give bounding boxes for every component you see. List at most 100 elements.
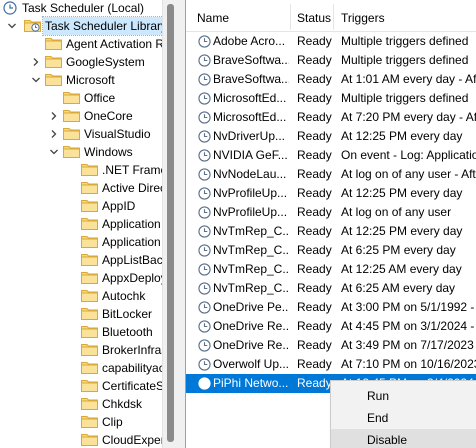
tree-node[interactable]: BrokerInfras bbox=[0, 341, 162, 359]
task-status: Ready bbox=[297, 129, 332, 143]
chevron-down-icon[interactable] bbox=[6, 17, 18, 35]
chevron-right-icon[interactable] bbox=[48, 125, 60, 143]
folder-icon bbox=[81, 163, 98, 176]
tree-node[interactable]: OneCore bbox=[0, 107, 162, 125]
tree-node[interactable]: CloudExper bbox=[0, 431, 162, 448]
task-clock-icon bbox=[198, 263, 211, 276]
task-name: Overwolf Up... bbox=[213, 357, 289, 371]
chevron-right-icon[interactable] bbox=[48, 107, 60, 125]
task-row[interactable]: Overwolf Up... Ready At 7:10 PM on 10/16/2… bbox=[186, 355, 476, 374]
tree-node[interactable]: Agent Activation R bbox=[0, 35, 162, 53]
tree-scroll-thumb[interactable] bbox=[167, 4, 174, 442]
context-menu-item[interactable]: Disable bbox=[331, 429, 476, 448]
chevron-down-icon[interactable] bbox=[30, 71, 42, 89]
navigation-tree: Task Scheduler (Local) Task Scheduler Lib… bbox=[0, 0, 162, 448]
tree-node-label: AppID bbox=[102, 199, 136, 213]
folder-icon bbox=[81, 199, 98, 212]
task-clock-icon bbox=[198, 92, 211, 105]
task-clock-icon bbox=[198, 73, 211, 86]
column-header-status[interactable]: Status bbox=[291, 0, 331, 32]
folder-icon bbox=[63, 127, 80, 140]
tree-node-label: Windows bbox=[84, 145, 133, 159]
folder-icon bbox=[81, 307, 98, 320]
tree-node[interactable]: Bluetooth bbox=[0, 323, 162, 341]
task-trigger: At 3:49 PM on 7/17/2023 bbox=[341, 338, 474, 352]
folder-icon bbox=[81, 433, 98, 446]
tree-node[interactable]: .NET Frame bbox=[0, 161, 162, 179]
task-row[interactable]: BraveSoftwa... Ready At 1:01 AM every day … bbox=[186, 70, 476, 89]
tree-node[interactable]: Windows bbox=[0, 143, 162, 161]
task-row[interactable]: MicrosoftEd... Ready Multiple triggers def… bbox=[186, 89, 476, 108]
task-row[interactable]: NVIDIA GeF... Ready On event - Log: Applic… bbox=[186, 146, 476, 165]
task-clock-icon bbox=[198, 301, 211, 314]
tree-node[interactable]: Application bbox=[0, 215, 162, 233]
task-row[interactable]: NvProfileUp... Ready At log on of any user bbox=[186, 203, 476, 222]
tree-node[interactable]: capabilityac bbox=[0, 359, 162, 377]
task-status: Ready bbox=[297, 91, 332, 105]
task-trigger: Multiple triggers defined bbox=[341, 91, 469, 105]
task-row[interactable]: Adobe Acro... Ready Multiple triggers defi… bbox=[186, 32, 476, 51]
task-row[interactable]: OneDrive Pe... Ready At 3:00 PM on 5/1/199… bbox=[186, 298, 476, 317]
task-row[interactable]: OneDrive Re... Ready At 3:49 PM on 7/17/20… bbox=[186, 336, 476, 355]
tree-node[interactable]: Chkdsk bbox=[0, 395, 162, 413]
task-row[interactable]: MicrosoftEd... Ready At 7:20 PM every day … bbox=[186, 108, 476, 127]
tree-node[interactable]: AppID bbox=[0, 197, 162, 215]
tree-node[interactable]: Active Direc bbox=[0, 179, 162, 197]
task-clock-icon bbox=[198, 282, 211, 295]
tree-node-label: VisualStudio bbox=[84, 127, 151, 141]
pane-splitter[interactable] bbox=[177, 0, 186, 448]
task-row[interactable]: NvTmRep_C... Ready At 12:25 PM every day bbox=[186, 222, 476, 241]
folder-icon bbox=[81, 397, 98, 410]
tree-node-label: CloudExper bbox=[102, 433, 162, 447]
column-divider[interactable] bbox=[333, 4, 334, 30]
task-name: OneDrive Pe... bbox=[213, 300, 289, 314]
chevron-right-icon[interactable] bbox=[30, 53, 42, 71]
task-status: Ready bbox=[297, 281, 332, 295]
task-name: NvProfileUp... bbox=[213, 186, 288, 200]
tree-node[interactable]: Office bbox=[0, 89, 162, 107]
task-row[interactable]: BraveSoftwa... Ready Multiple triggers def… bbox=[186, 51, 476, 70]
task-clock-icon bbox=[198, 35, 211, 48]
tree-node[interactable]: Task Scheduler (Local) bbox=[0, 0, 162, 17]
task-trigger: At 7:10 PM on 10/16/2023 bbox=[341, 357, 476, 371]
tree-node[interactable]: AppxDeploy bbox=[0, 269, 162, 287]
tree-node[interactable]: Autochk bbox=[0, 287, 162, 305]
task-clock-icon bbox=[198, 168, 211, 181]
task-row[interactable]: NvTmRep_C... Ready At 6:25 PM every day bbox=[186, 241, 476, 260]
task-row[interactable]: OneDrive Re... Ready At 4:45 PM on 3/1/202… bbox=[186, 317, 476, 336]
tree-node[interactable]: CertificateS bbox=[0, 377, 162, 395]
column-header-triggers[interactable]: Triggers bbox=[335, 0, 385, 32]
task-row[interactable]: NvDriverUp... Ready At 12:25 PM every day bbox=[186, 127, 476, 146]
task-name: NvTmRep_C... bbox=[213, 262, 289, 276]
tree-vertical-scrollbar[interactable] bbox=[162, 0, 177, 448]
tree-node[interactable]: Task Scheduler Library bbox=[0, 16, 162, 36]
folder-icon bbox=[81, 361, 98, 374]
task-name: NVIDIA GeF... bbox=[213, 148, 288, 162]
tree-node[interactable]: Microsoft bbox=[0, 71, 162, 89]
task-row[interactable]: NvTmRep_C... Ready At 6:25 AM every day bbox=[186, 279, 476, 298]
task-trigger: At log on of any user - Aft bbox=[341, 167, 476, 181]
tree-node[interactable]: BitLocker bbox=[0, 305, 162, 323]
tree-node-label: GoogleSystem bbox=[66, 55, 145, 69]
task-status: Ready bbox=[297, 186, 332, 200]
tree-node[interactable]: Clip bbox=[0, 413, 162, 431]
task-status: Ready bbox=[297, 110, 332, 124]
task-row[interactable]: NvProfileUp... Ready At 12:25 PM every day bbox=[186, 184, 476, 203]
column-header-name[interactable]: Name bbox=[191, 0, 229, 32]
task-row[interactable]: NvNodeLau... Ready At log on of any user -… bbox=[186, 165, 476, 184]
task-status: Ready bbox=[297, 148, 332, 162]
task-status: Ready bbox=[297, 243, 332, 257]
tree-node[interactable]: GoogleSystem bbox=[0, 53, 162, 71]
task-status: Ready bbox=[297, 53, 332, 67]
task-trigger: At 4:45 PM on 3/1/2024 - bbox=[341, 319, 475, 333]
tree-node-label: Application bbox=[102, 235, 161, 249]
context-menu-item[interactable]: End bbox=[331, 407, 476, 429]
task-clock-icon bbox=[198, 111, 211, 124]
task-trigger: At 3:00 PM on 5/1/1992 - bbox=[341, 300, 475, 314]
context-menu-item[interactable]: Run bbox=[331, 385, 476, 407]
task-row[interactable]: NvTmRep_C... Ready At 12:25 AM every day bbox=[186, 260, 476, 279]
tree-node[interactable]: AppListBac bbox=[0, 251, 162, 269]
tree-node[interactable]: Application bbox=[0, 233, 162, 251]
chevron-down-icon[interactable] bbox=[48, 143, 60, 161]
tree-node[interactable]: VisualStudio bbox=[0, 125, 162, 143]
